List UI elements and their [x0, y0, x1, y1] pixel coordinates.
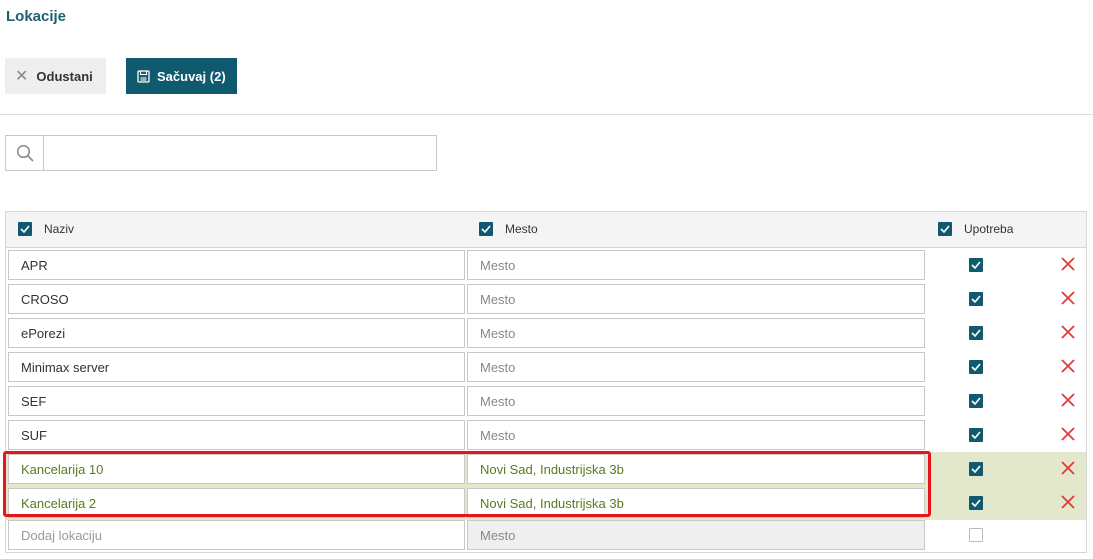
- location-name-field[interactable]: ePorezi: [8, 318, 465, 348]
- select-all-upotreba-checkbox[interactable]: [938, 222, 952, 236]
- floppy-disk-icon: [137, 69, 150, 83]
- table-row: CROSO Mesto: [6, 282, 1086, 316]
- column-header-mesto: Mesto: [479, 222, 538, 236]
- search-icon: [16, 144, 33, 162]
- delete-x-icon: [1061, 461, 1075, 475]
- select-all-naziv-checkbox[interactable]: [18, 222, 32, 236]
- usage-checkbox[interactable]: [969, 292, 983, 306]
- delete-x-icon: [1061, 291, 1075, 305]
- location-place-field[interactable]: Novi Sad, Industrijska 3b: [467, 454, 925, 484]
- table-header: Naziv Mesto Upotreba: [6, 212, 1086, 248]
- checkmark-icon: [971, 261, 981, 269]
- page-title: Lokacije: [6, 8, 67, 25]
- usage-checkbox[interactable]: [969, 496, 983, 510]
- usage-checkbox[interactable]: [969, 462, 983, 476]
- delete-row-button[interactable]: [1061, 291, 1075, 310]
- delete-x-icon: [1061, 359, 1075, 373]
- location-place-field[interactable]: Mesto: [467, 352, 925, 382]
- checkmark-icon: [481, 225, 491, 233]
- delete-row-button[interactable]: [1061, 427, 1075, 446]
- table-row: ePorezi Mesto: [6, 316, 1086, 350]
- page-header: Lokacije: [0, 0, 1093, 38]
- location-name-field[interactable]: CROSO: [8, 284, 465, 314]
- close-icon: ✕: [15, 68, 29, 85]
- delete-row-button[interactable]: [1061, 461, 1075, 480]
- search-box: [5, 135, 437, 171]
- location-place-field[interactable]: Mesto: [467, 318, 925, 348]
- table-row: APR Mesto: [6, 248, 1086, 282]
- delete-row-button[interactable]: [1061, 325, 1075, 344]
- column-header-upotreba: Upotreba: [938, 222, 1013, 236]
- delete-x-icon: [1061, 393, 1075, 407]
- delete-x-icon: [1061, 495, 1075, 509]
- checkmark-icon: [971, 295, 981, 303]
- new-location-place-field[interactable]: Mesto: [467, 520, 925, 550]
- location-place-field[interactable]: Mesto: [467, 250, 925, 280]
- table-row: Kancelarija 2 Novi Sad, Industrijska 3b: [6, 486, 1086, 520]
- save-button[interactable]: Sačuvaj (2): [126, 58, 237, 94]
- usage-checkbox[interactable]: [969, 394, 983, 408]
- delete-row-button[interactable]: [1061, 495, 1075, 514]
- checkmark-icon: [940, 225, 950, 233]
- usage-checkbox[interactable]: [969, 360, 983, 374]
- location-place-field[interactable]: Novi Sad, Industrijska 3b: [467, 488, 925, 518]
- add-location-row: Dodaj lokaciju Mesto: [6, 518, 1086, 552]
- table-row: Minimax server Mesto: [6, 350, 1086, 384]
- delete-x-icon: [1061, 325, 1075, 339]
- new-location-usage-checkbox[interactable]: [969, 528, 983, 542]
- checkmark-icon: [971, 329, 981, 337]
- delete-row-button[interactable]: [1061, 359, 1075, 378]
- select-all-mesto-checkbox[interactable]: [479, 222, 493, 236]
- search-input[interactable]: [44, 136, 432, 170]
- delete-x-icon: [1061, 257, 1075, 271]
- checkmark-icon: [20, 225, 30, 233]
- location-name-field[interactable]: Kancelarija 2: [8, 488, 465, 518]
- usage-checkbox[interactable]: [969, 428, 983, 442]
- cancel-button[interactable]: ✕ Odustani: [5, 58, 106, 94]
- delete-row-button[interactable]: [1061, 393, 1075, 412]
- locations-table: Naziv Mesto Upotreba APR Mesto CROSO Mesto e…: [5, 211, 1087, 553]
- column-label-upotreba: Upotreba: [964, 222, 1014, 236]
- checkmark-icon: [971, 431, 981, 439]
- location-name-field[interactable]: APR: [8, 250, 465, 280]
- location-place-field[interactable]: Mesto: [467, 386, 925, 416]
- location-name-field[interactable]: SUF: [8, 420, 465, 450]
- location-name-field[interactable]: Kancelarija 10: [8, 454, 465, 484]
- delete-x-icon: [1061, 427, 1075, 441]
- table-row: Kancelarija 10 Novi Sad, Industrijska 3b: [6, 452, 1086, 486]
- location-place-field[interactable]: Mesto: [467, 284, 925, 314]
- new-location-name-field[interactable]: Dodaj lokaciju: [8, 520, 465, 550]
- delete-row-button[interactable]: [1061, 257, 1075, 276]
- location-place-field[interactable]: Mesto: [467, 420, 925, 450]
- search-icon-box[interactable]: [6, 136, 44, 170]
- usage-checkbox[interactable]: [969, 326, 983, 340]
- checkmark-icon: [971, 363, 981, 371]
- cancel-button-label: Odustani: [36, 68, 93, 84]
- checkmark-icon: [971, 499, 981, 507]
- column-label-naziv: Naziv: [44, 222, 75, 236]
- location-name-field[interactable]: SEF: [8, 386, 465, 416]
- checkmark-icon: [971, 397, 981, 405]
- column-label-mesto: Mesto: [505, 222, 538, 236]
- column-header-naziv: Naziv: [18, 222, 74, 236]
- table-row: SEF Mesto: [6, 384, 1086, 418]
- table-row: SUF Mesto: [6, 418, 1086, 452]
- save-button-label: Sačuvaj (2): [157, 68, 226, 84]
- usage-checkbox[interactable]: [969, 258, 983, 272]
- toolbar: ✕ Odustani Sačuvaj (2): [0, 38, 1093, 115]
- checkmark-icon: [971, 465, 981, 473]
- location-name-field[interactable]: Minimax server: [8, 352, 465, 382]
